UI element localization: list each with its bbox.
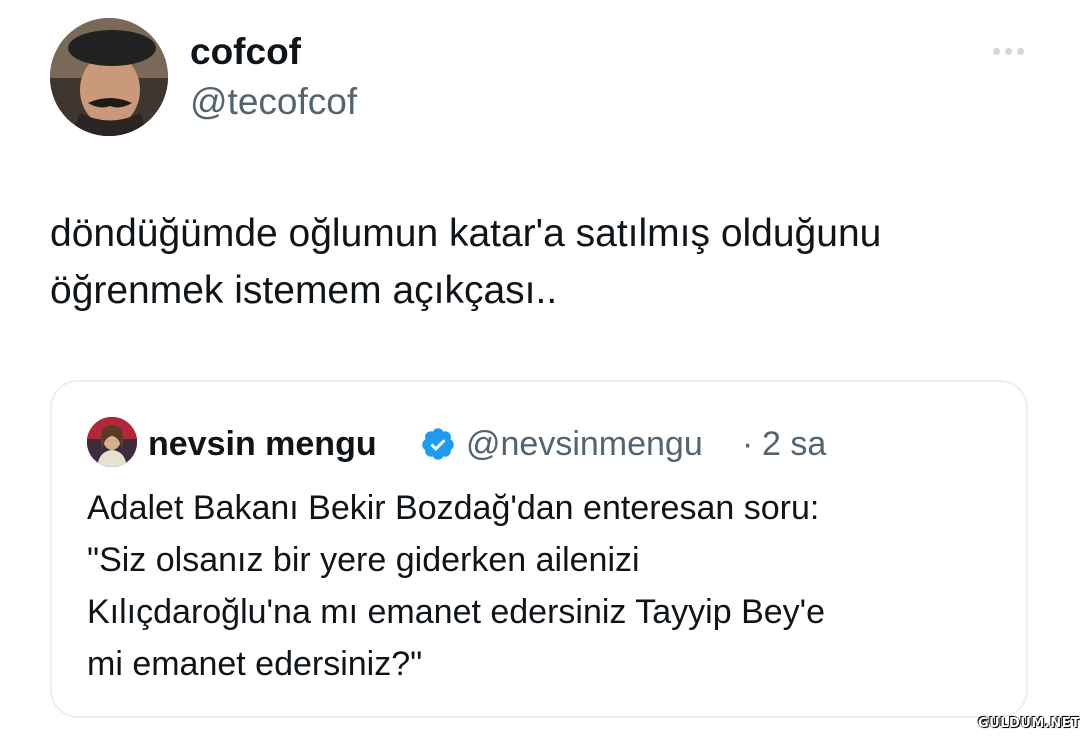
more-horizontal-icon <box>1004 47 1012 55</box>
author-display-name[interactable]: cofcof <box>190 30 301 74</box>
quoted-author-avatar[interactable] <box>87 417 137 467</box>
quoted-tweet-time[interactable]: 2 sa <box>762 422 826 466</box>
site-watermark: GULDUM.NET <box>978 716 1080 731</box>
tweet-text-line: öğrenmek istemem açıkçası.. <box>50 269 558 312</box>
tweet-text-line: döndüğümde oğlumun katar'a satılmış oldu… <box>50 212 882 255</box>
author-handle[interactable]: @tecofcof <box>190 80 357 124</box>
verified-badge-icon <box>422 428 454 460</box>
avatar-image <box>50 18 168 136</box>
more-options-button[interactable] <box>988 36 1028 66</box>
more-horizontal-icon <box>992 47 1000 55</box>
author-avatar[interactable] <box>50 18 168 136</box>
avatar-image <box>87 417 137 467</box>
quoted-text-line: mi emanet edersiniz?" <box>87 645 423 683</box>
quoted-tweet-text: Adalet Bakanı Bekir Bozdağ'dan enteresan… <box>87 482 1007 690</box>
quoted-tweet-card[interactable]: nevsin mengu @nevsinmengu · 2 sa Adalet … <box>50 380 1028 718</box>
quoted-text-line: Kılıçdaroğlu'na mı emanet edersiniz Tayy… <box>87 593 826 631</box>
quoted-text-line: Adalet Bakanı Bekir Bozdağ'dan enteresan… <box>87 489 820 527</box>
tweet-text: döndüğümde oğlumun katar'a satılmış oldu… <box>50 205 1050 319</box>
more-horizontal-icon <box>1016 47 1024 55</box>
quoted-author-display-name[interactable]: nevsin mengu <box>148 422 377 466</box>
quoted-text-line: "Siz olsanız bir yere giderken ailenizi <box>87 541 640 579</box>
separator-dot: · <box>742 425 754 463</box>
quoted-author-handle[interactable]: @nevsinmengu <box>466 422 703 466</box>
